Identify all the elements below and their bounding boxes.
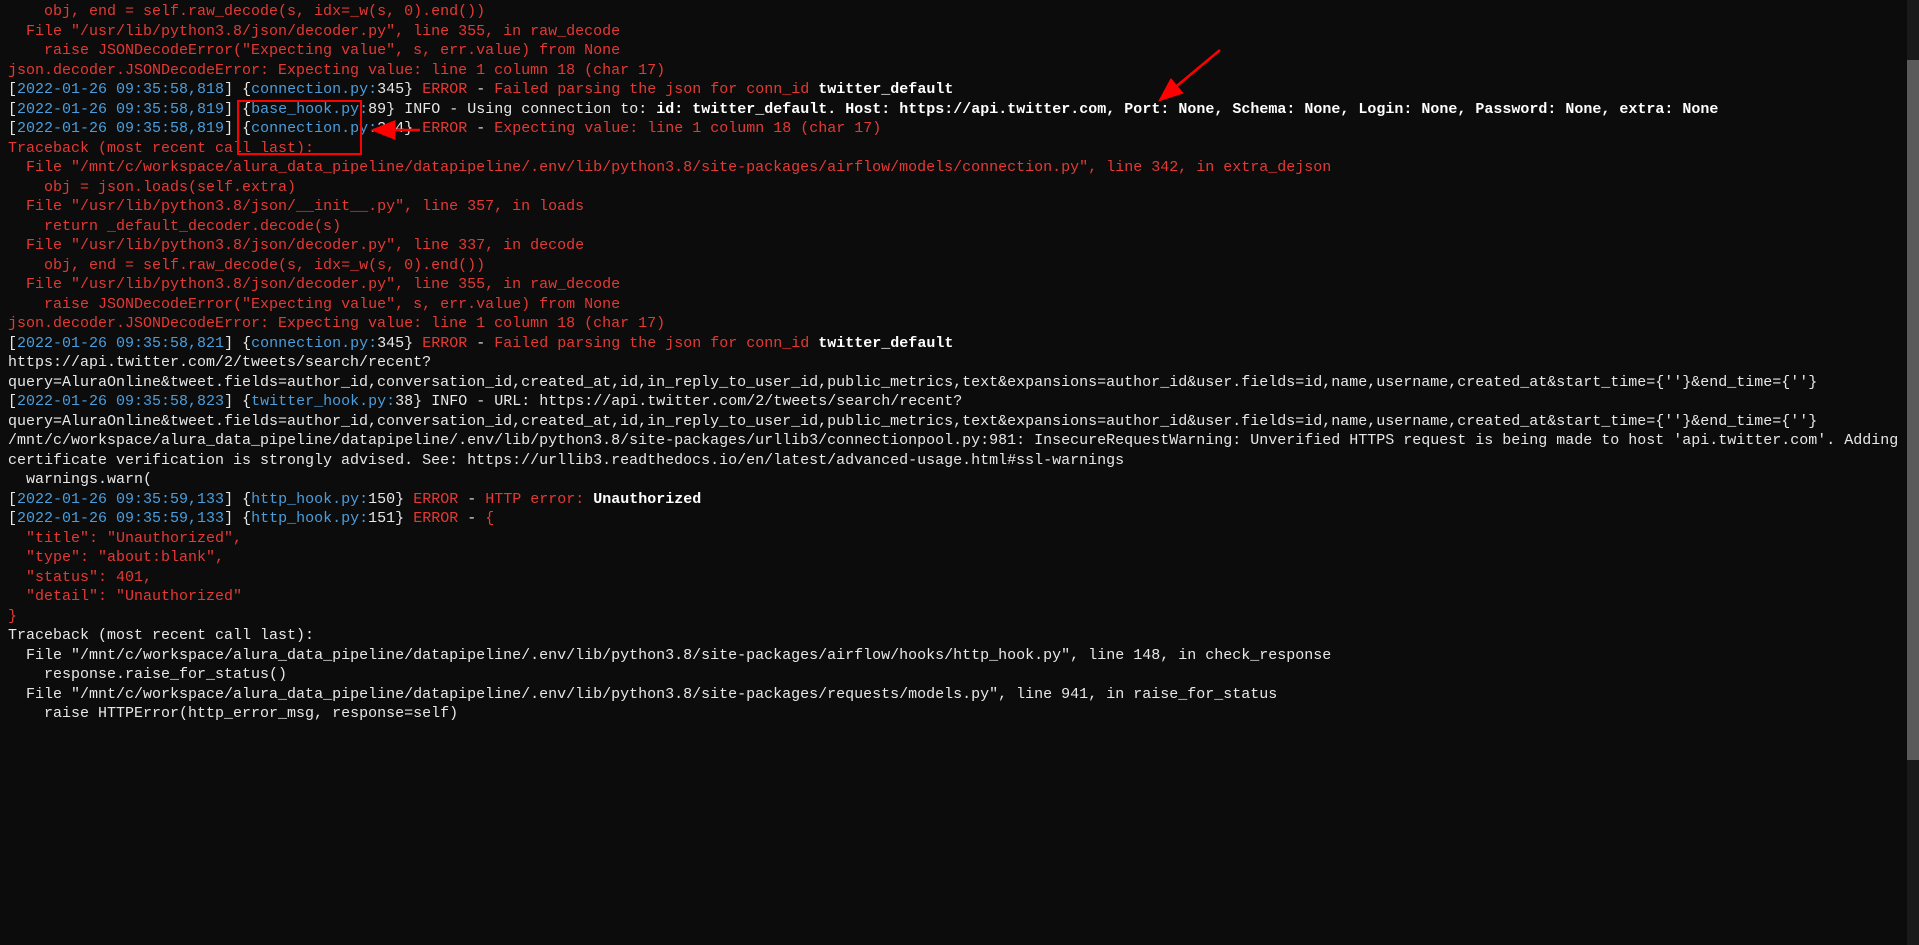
log-line: Traceback (most recent call last): [8,139,1911,159]
log-line: [2022-01-26 09:35:58,819] {base_hook.py:… [8,100,1911,120]
log-line: "status": 401, [8,568,1911,588]
scrollbar[interactable] [1907,0,1919,945]
log-line: raise JSONDecodeError("Expecting value",… [8,295,1911,315]
log-line: Traceback (most recent call last): [8,626,1911,646]
log-line: File "/usr/lib/python3.8/json/__init__.p… [8,197,1911,217]
log-line: response.raise_for_status() [8,665,1911,685]
log-line: [2022-01-26 09:35:58,821] {connection.py… [8,334,1911,354]
log-line: raise HTTPError(http_error_msg, response… [8,704,1911,724]
scrollbar-thumb[interactable] [1907,60,1919,760]
log-line: raise JSONDecodeError("Expecting value",… [8,41,1911,61]
log-line: [2022-01-26 09:35:58,818] {connection.py… [8,80,1911,100]
log-line: File "/mnt/c/workspace/alura_data_pipeli… [8,646,1911,666]
terminal-output: obj, end = self.raw_decode(s, idx=_w(s, … [8,2,1911,724]
log-line: https://api.twitter.com/2/tweets/search/… [8,353,1911,392]
log-line: File "/mnt/c/workspace/alura_data_pipeli… [8,158,1911,178]
log-line: File "/usr/lib/python3.8/json/decoder.py… [8,275,1911,295]
log-line: "detail": "Unauthorized" [8,587,1911,607]
log-line: File "/usr/lib/python3.8/json/decoder.py… [8,22,1911,42]
log-line: obj, end = self.raw_decode(s, idx=_w(s, … [8,256,1911,276]
log-line: "type": "about:blank", [8,548,1911,568]
log-line: [2022-01-26 09:35:58,823] {twitter_hook.… [8,392,1911,431]
log-line: obj, end = self.raw_decode(s, idx=_w(s, … [8,2,1911,22]
log-line: warnings.warn( [8,470,1911,490]
log-line: obj = json.loads(self.extra) [8,178,1911,198]
log-line: [2022-01-26 09:35:59,133] {http_hook.py:… [8,509,1911,529]
log-line: json.decoder.JSONDecodeError: Expecting … [8,314,1911,334]
log-line: "title": "Unauthorized", [8,529,1911,549]
log-line: } [8,607,1911,627]
log-line: File "/mnt/c/workspace/alura_data_pipeli… [8,685,1911,705]
log-line: /mnt/c/workspace/alura_data_pipeline/dat… [8,431,1911,470]
log-line: json.decoder.JSONDecodeError: Expecting … [8,61,1911,81]
log-line: File "/usr/lib/python3.8/json/decoder.py… [8,236,1911,256]
log-line: return _default_decoder.decode(s) [8,217,1911,237]
log-line: [2022-01-26 09:35:59,133] {http_hook.py:… [8,490,1911,510]
log-line: [2022-01-26 09:35:58,819] {connection.py… [8,119,1911,139]
